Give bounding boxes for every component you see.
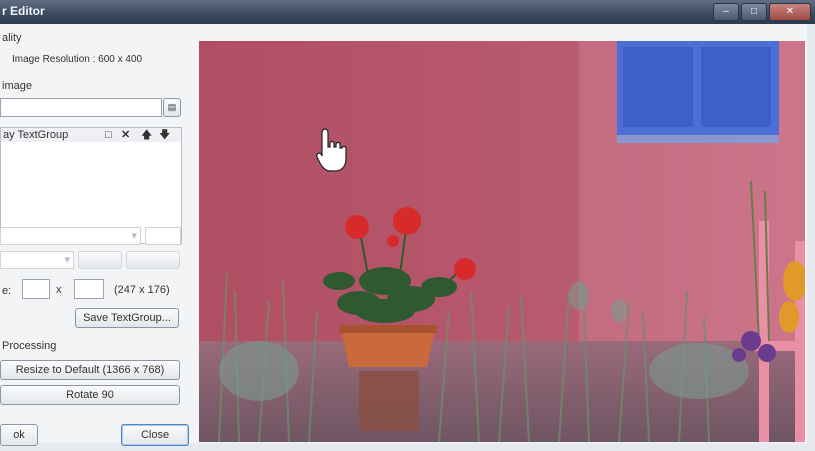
size-readout: (247 x 176) [114, 284, 170, 296]
size-separator: x [56, 284, 62, 296]
ok-button[interactable]: ok [0, 424, 38, 446]
resize-default-button[interactable]: Resize to Default (1366 x 768) [0, 360, 180, 380]
new-textgroup-icon[interactable]: □ [105, 128, 112, 142]
close-button[interactable]: Close [121, 424, 189, 446]
preview-photo [199, 41, 805, 442]
title-bar: r Editor – □ ✕ [0, 0, 815, 24]
folder-icon: ▤ [167, 102, 177, 112]
image-path-input[interactable] [0, 98, 162, 117]
window-controls: – □ ✕ [713, 3, 811, 21]
move-up-icon[interactable]: 🡅 [141, 128, 152, 142]
browse-button[interactable]: ▤ [163, 98, 181, 117]
font-size-input[interactable] [145, 227, 181, 245]
section-processing-label: Processing [2, 340, 57, 352]
width-input[interactable] [22, 279, 50, 299]
close-icon[interactable]: ✕ [769, 3, 811, 21]
chevron-down-icon: ▾ [131, 230, 137, 242]
section-properties-label: ality [2, 32, 22, 44]
chevron-down-icon: ▾ [64, 254, 70, 266]
rotate-button[interactable]: Rotate 90 [0, 385, 180, 405]
font-select[interactable]: ▾ [0, 227, 141, 245]
delete-textgroup-icon[interactable]: ✕ [121, 128, 130, 142]
size-label: e: [2, 285, 12, 297]
image-resolution-label: Image Resolution : 600 x 400 [12, 54, 143, 65]
textgroup-list-header: ay TextGroup □ ✕ 🡅 🡇 [0, 127, 182, 143]
section-image-label: image [2, 80, 32, 92]
save-textgroup-button[interactable]: Save TextGroup... [75, 308, 179, 328]
alignment-button[interactable] [126, 251, 180, 269]
style-select[interactable]: ▾ [0, 251, 74, 269]
move-down-icon[interactable]: 🡇 [159, 128, 170, 142]
image-preview[interactable] [199, 41, 805, 442]
window-title: r Editor [2, 4, 45, 18]
textgroup-header-label: ay TextGroup [3, 129, 69, 141]
editor-window: ality Image Resolution : 600 x 400 image… [0, 24, 815, 451]
height-input[interactable] [74, 279, 104, 299]
color-button[interactable] [78, 251, 122, 269]
maximize-icon[interactable]: □ [741, 3, 767, 21]
minimize-icon[interactable]: – [713, 3, 739, 21]
